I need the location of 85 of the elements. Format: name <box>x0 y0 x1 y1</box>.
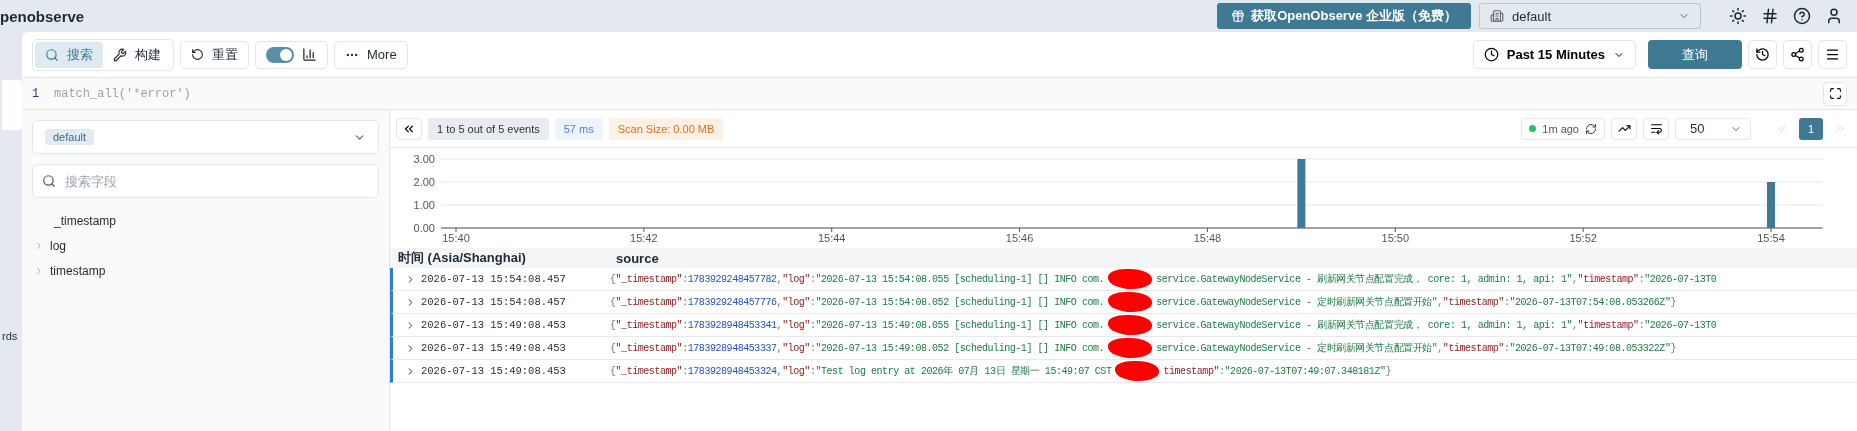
user-icon[interactable] <box>1825 7 1843 25</box>
mode-tab[interactable]: 搜索 <box>35 41 103 68</box>
line-number: 1 <box>32 86 41 101</box>
source-text: {"_timestamp":1783928948453341,"log":"2026-07-13 15:49:08.055 [scheduling-1] [] INFO com. <box>610 319 1105 331</box>
org-select[interactable]: default <box>1479 3 1701 29</box>
reset-button[interactable]: 重置 <box>180 40 249 69</box>
nav-label[interactable]: rds <box>2 330 22 342</box>
axis-label: 15:48 <box>1193 232 1222 244</box>
wrench-icon <box>113 47 127 62</box>
help-icon[interactable] <box>1793 7 1811 25</box>
query-time: 57 ms <box>554 117 603 140</box>
time-range-select[interactable]: Past 15 Minutes <box>1472 40 1636 69</box>
stream-select[interactable]: default <box>32 120 379 154</box>
history-icon <box>1755 47 1770 62</box>
redaction-mark <box>1108 269 1153 289</box>
event-count: 1 to 5 out of 5 events <box>428 117 549 140</box>
trend-icon <box>1617 122 1631 135</box>
menu-icon <box>1825 47 1840 62</box>
wrap-icon <box>1649 122 1663 135</box>
more-button[interactable]: More <box>334 40 408 69</box>
axis-label: 1.00 <box>413 199 435 211</box>
field-name[interactable]: log <box>50 238 66 253</box>
time-cell-text: 2026-07-13 15:54:08.457 <box>420 273 567 285</box>
clock-icon <box>1483 47 1499 62</box>
source-text: timestamp":"2026-07-13T07:49:07.348181Z"} <box>1163 365 1392 377</box>
page-size-select[interactable]: 50 <box>1675 117 1751 140</box>
collapse-button[interactable] <box>396 117 422 140</box>
source-text: service.GatewayNodeService - 定时刷新网关节点配置开始","timestamp":"2026-07-13T07:54:08.053266Z"} <box>1156 295 1676 309</box>
chart-bar <box>1297 159 1306 228</box>
time-cell-text: 2026-07-13 15:49:08.453 <box>420 365 567 377</box>
column-header: source <box>615 250 659 266</box>
fullscreen-button[interactable] <box>1823 81 1847 106</box>
redaction-mark <box>1108 292 1153 312</box>
histogram-toggle[interactable] <box>266 46 294 63</box>
status-dot <box>1529 125 1537 132</box>
hash-icon[interactable] <box>1761 7 1779 25</box>
source-text: service.GatewayNodeService - 刷新网关节点配置完成， core: 1, admin: 1, api: 1","timestamp":"2026-07-13T0 <box>1156 318 1717 332</box>
upgrade-button[interactable]: 获取OpenObserve 企业版（免费） <box>1217 3 1471 29</box>
column-header: 时间 (Asia/Shanghai) <box>397 249 527 267</box>
source-text: service.GatewayNodeService - 定时刷新网关节点配置开始","timestamp":"2026-07-13T07:49:08.053322Z"} <box>1156 341 1676 355</box>
time-cell-text: 2026-07-13 15:54:08.457 <box>420 296 567 308</box>
trend-button[interactable] <box>1611 117 1637 140</box>
source-text: {"_timestamp":1783928948453324,"log":"Test log entry at 2026年 07月 13日 星期一 15:49:07 CST <box>610 364 1112 378</box>
redaction-mark <box>1115 361 1160 381</box>
source-text: service.GatewayNodeService - 刷新网关节点配置完成， core: 1, admin: 1, api: 1","timestamp":"2026-07-13T0 <box>1156 272 1717 286</box>
axis-label: 15:52 <box>1569 232 1597 244</box>
menu-button[interactable] <box>1818 40 1847 69</box>
axis-label: 3.00 <box>413 153 435 165</box>
source-text: {"_timestamp":1783929248457782,"log":"2026-07-13 15:54:08.055 [scheduling-1] [] INFO com. <box>610 273 1105 285</box>
history-button[interactable] <box>1748 40 1777 69</box>
axis-label: 0.00 <box>413 222 435 234</box>
axis-label: 15:40 <box>442 232 470 244</box>
sun-icon[interactable] <box>1729 7 1747 25</box>
axis-label: 15:46 <box>1005 232 1034 244</box>
run-query-button[interactable]: 查询 <box>1648 40 1742 69</box>
building-icon <box>1490 9 1504 23</box>
refresh-icon <box>1585 122 1597 135</box>
field-name[interactable]: timestamp <box>50 263 106 278</box>
chart-bar <box>1767 182 1775 228</box>
reset-icon <box>191 48 204 61</box>
gift-icon <box>1231 9 1246 23</box>
field-name[interactable]: _timestamp <box>54 213 117 228</box>
wrap-button[interactable] <box>1643 117 1669 140</box>
fullscreen-icon <box>1828 87 1842 100</box>
axis-label: 2.00 <box>413 176 435 188</box>
page-button[interactable]: 1 <box>1799 117 1823 140</box>
redaction-mark <box>1108 338 1153 358</box>
axis-label: 15:54 <box>1757 232 1785 244</box>
share-icon <box>1790 47 1805 62</box>
mode-tab[interactable]: 构建 <box>103 41 171 68</box>
scan-size: Scan Size: 0.00 MB <box>608 117 724 140</box>
field-search[interactable]: 搜索字段 <box>32 164 379 198</box>
bar-chart-icon <box>302 47 317 62</box>
axis-label: 15:50 <box>1381 232 1410 244</box>
source-text: {"_timestamp":1783928948453337,"log":"2026-07-13 15:49:08.052 [scheduling-1] [] INFO com. <box>610 342 1105 354</box>
search-icon <box>45 47 59 62</box>
time-cell-text: 2026-07-13 15:49:08.453 <box>420 342 567 354</box>
source-text: {"_timestamp":1783929248457776,"log":"2026-07-13 15:54:08.052 [scheduling-1] [] INFO com. <box>610 296 1105 308</box>
share-button[interactable] <box>1783 40 1812 69</box>
redaction-mark <box>1108 315 1153 335</box>
axis-label: 15:44 <box>817 232 846 244</box>
axis-label: 15:42 <box>630 232 658 244</box>
app-title: penobserve <box>0 7 85 25</box>
time-cell-text: 2026-07-13 15:49:08.453 <box>420 319 567 331</box>
refresh-status[interactable]: 1m ago <box>1521 117 1605 140</box>
